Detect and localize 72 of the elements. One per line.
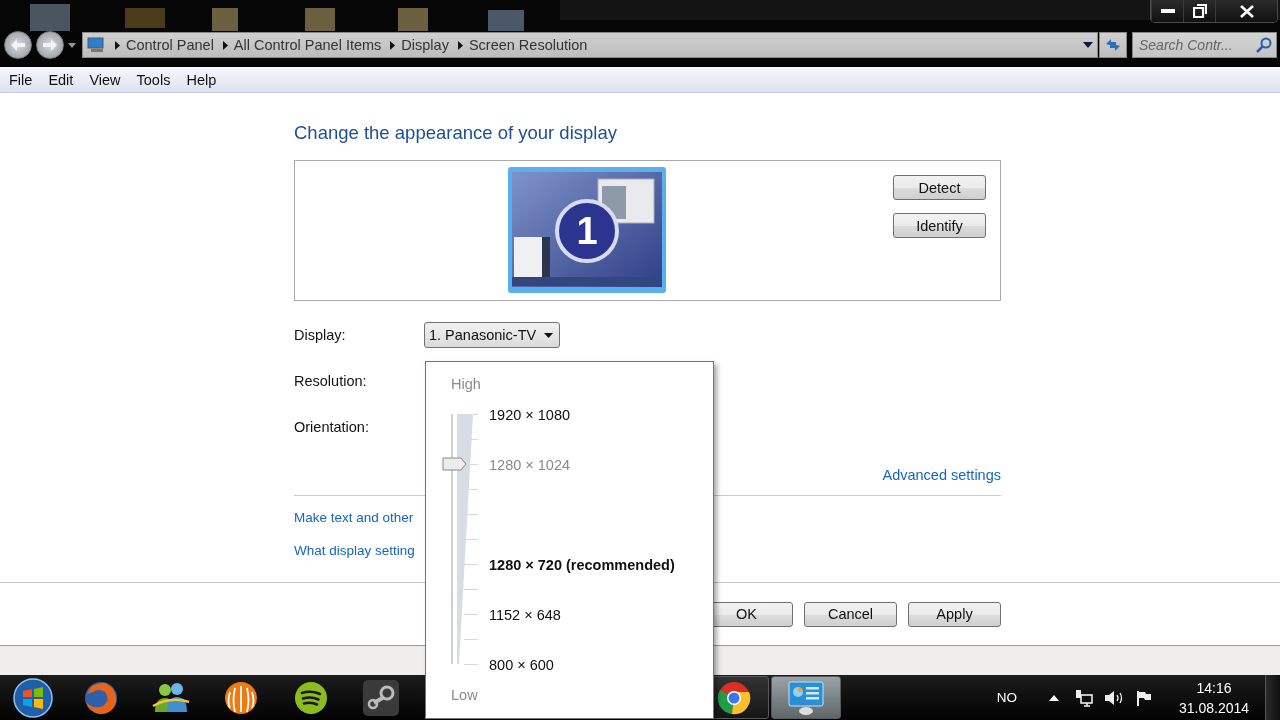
slider-thumb[interactable]: [442, 457, 467, 471]
minimize-button[interactable]: [1151, 0, 1183, 22]
browser-icon: [83, 679, 119, 716]
field-label: Display:: [294, 327, 347, 343]
dialog-button[interactable]: Apply: [908, 601, 1001, 627]
resolution-option[interactable]: 1152 × 648: [489, 606, 561, 623]
forward-arrow-icon: [43, 39, 57, 51]
restore-icon: [1192, 4, 1207, 18]
breadcrumb[interactable]: Screen Resolution: [462, 37, 594, 53]
help-link[interactable]: What display setting: [294, 541, 415, 561]
dropdown-caret-icon[interactable]: [1083, 42, 1093, 48]
caret-icon: [544, 332, 554, 338]
striped-ball-icon: [223, 679, 259, 716]
clock-time: 14:16: [1196, 679, 1232, 696]
breadcrumb-arrow-icon: [457, 40, 463, 50]
dialog-button[interactable]: Cancel: [804, 601, 897, 627]
panel-button[interactable]: Detect: [893, 175, 986, 200]
clock[interactable]: 14:16 31.08.2014: [1171, 679, 1257, 716]
breadcrumb[interactable]: Display: [395, 37, 455, 53]
slider-tick: [464, 664, 478, 665]
show-hidden-icon[interactable]: [1049, 694, 1059, 701]
restore-button[interactable]: [1183, 0, 1215, 22]
resolution-option[interactable]: 1920 × 1080: [489, 406, 571, 423]
menu-item[interactable]: Help: [178, 71, 225, 88]
menu-item[interactable]: View: [81, 71, 129, 88]
display-dropdown[interactable]: 1. Panasonic-TV: [424, 322, 561, 348]
network-icon[interactable]: [1075, 688, 1093, 707]
minimize-icon: [1160, 9, 1175, 13]
search-icon[interactable]: [1256, 37, 1272, 53]
start-icon: [12, 676, 54, 719]
search-field[interactable]: Search Contr...: [1132, 32, 1277, 58]
slider-tick: [464, 564, 478, 565]
address-bar[interactable]: Control Panel All Control Panel Items Display Screen Resolution: [82, 32, 1098, 58]
clock-date: 31.08.2014: [1178, 699, 1250, 716]
language-indicator[interactable]: NO: [996, 690, 1017, 705]
resolution-option[interactable]: 1280 × 720 (recommended): [489, 556, 675, 573]
field-label: Orientation:: [294, 419, 370, 435]
flag-icon[interactable]: [1136, 689, 1152, 706]
breadcrumb-arrow-icon: [115, 40, 120, 50]
menu-item[interactable]: File: [1, 71, 41, 88]
monitor-number: 1: [575, 210, 599, 252]
resolution-option[interactable]: 1280 × 1024: [489, 456, 571, 473]
refresh-icon: [1104, 37, 1122, 53]
sound-waves-icon: [293, 679, 329, 716]
control-panel-icon: [87, 37, 105, 53]
menu-item[interactable]: Edit: [40, 71, 82, 88]
browser-icon: [716, 679, 752, 716]
breadcrumb-arrow-icon: [222, 40, 228, 50]
close-icon: [1239, 4, 1254, 18]
help-link[interactable]: Make text and other: [294, 508, 414, 528]
back-button[interactable]: [4, 31, 32, 59]
volume-icon[interactable]: [1104, 689, 1124, 706]
slider-low-label: Low: [451, 687, 478, 703]
forward-button[interactable]: [36, 31, 64, 59]
page-heading: Change the appearance of your display: [294, 122, 618, 144]
field-label: Resolution:: [294, 373, 368, 389]
resolution-option[interactable]: 800 × 600: [489, 656, 554, 673]
breadcrumb-arrow-icon: [390, 40, 396, 50]
show-desktop-button[interactable]: [1265, 675, 1280, 720]
slider-tick: [464, 614, 478, 615]
menu-item[interactable]: Tools: [128, 71, 179, 88]
breadcrumb[interactable]: All Control Panel Items: [227, 37, 388, 53]
slider-high-label: High: [451, 376, 481, 392]
advanced-settings-link[interactable]: Advanced settings: [882, 465, 1001, 485]
panel-button[interactable]: Identify: [893, 213, 986, 238]
gear-arm-icon: [362, 678, 400, 717]
dropdown-caret-icon[interactable]: [68, 42, 76, 48]
control-panel-icon: [786, 679, 826, 716]
breadcrumb[interactable]: Control Panel: [120, 37, 220, 53]
close-button[interactable]: [1215, 0, 1277, 22]
refresh-button[interactable]: [1099, 32, 1127, 58]
back-arrow-icon: [11, 39, 25, 51]
